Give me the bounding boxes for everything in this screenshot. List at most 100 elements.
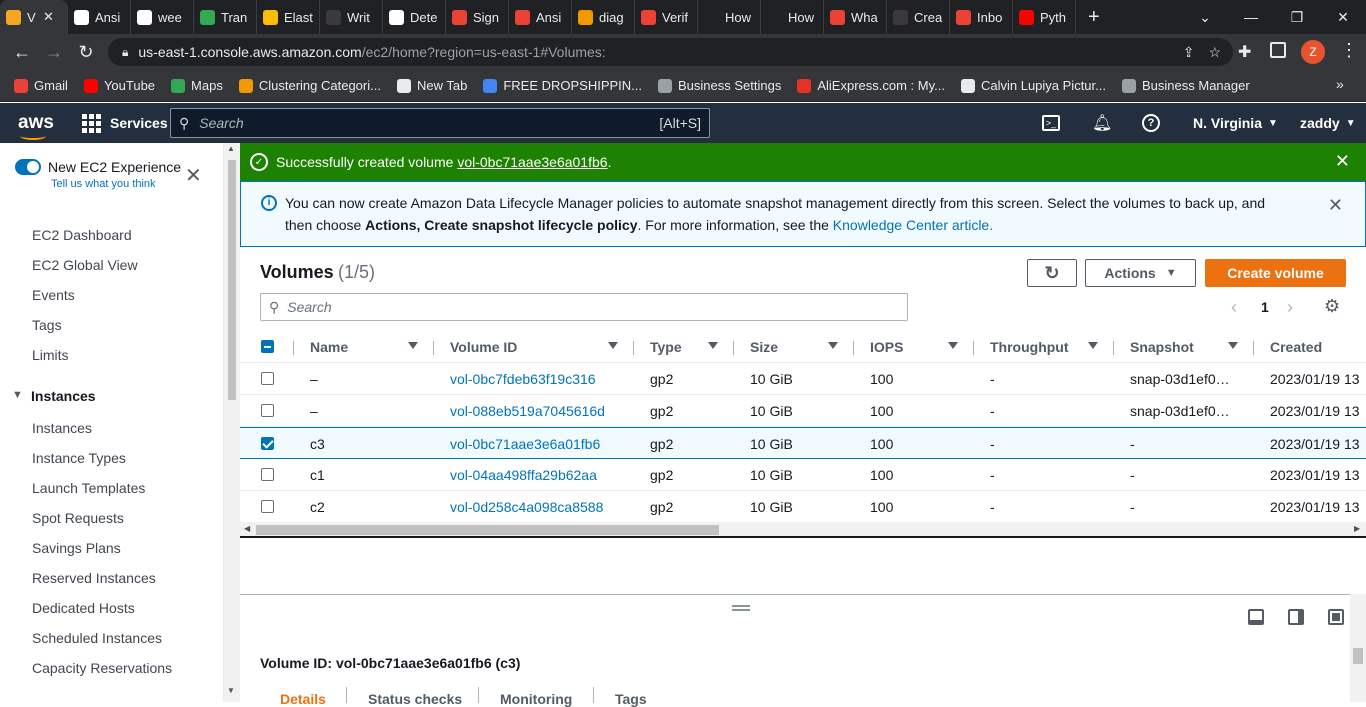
more-bookmarks-icon[interactable]: » xyxy=(1336,76,1344,92)
browser-tab[interactable]: Elast xyxy=(257,0,320,34)
resize-handle-icon[interactable] xyxy=(732,605,750,611)
cell-id[interactable]: vol-0d258c4a098ca8588 xyxy=(450,499,603,515)
column-resizer[interactable] xyxy=(293,341,294,355)
table-row[interactable]: c1 vol-04aa498ffa29b62aa gp2 10 GiB 100 - - 202… xyxy=(240,459,1366,491)
browser-tab[interactable]: Sign xyxy=(446,0,509,34)
row-checkbox[interactable] xyxy=(261,404,274,417)
browser-tab[interactable]: Inbo xyxy=(950,0,1013,34)
select-all-checkbox[interactable] xyxy=(261,340,274,353)
column-resizer[interactable] xyxy=(633,341,634,355)
window-close-icon[interactable]: ✕ xyxy=(1320,0,1366,34)
cell-id[interactable]: vol-088eb519a7045616d xyxy=(450,403,605,419)
actions-button[interactable]: Actions ▼ xyxy=(1085,259,1196,287)
tab-tags[interactable]: Tags xyxy=(615,691,647,707)
scroll-right-icon[interactable]: ▶ xyxy=(1354,524,1360,533)
new-experience-toggle[interactable] xyxy=(15,159,41,175)
bookmark-item[interactable]: AliExpress.com : My... xyxy=(797,78,945,93)
column-header[interactable]: Name xyxy=(310,339,348,355)
knowledge-center-link[interactable]: Knowledge Center article. xyxy=(833,217,993,233)
column-header[interactable]: Size xyxy=(750,339,778,355)
tab-search-icon[interactable]: ⌄ xyxy=(1182,0,1228,34)
browser-tab[interactable]: Crea xyxy=(887,0,950,34)
browser-tab[interactable]: Ansi xyxy=(68,0,131,34)
sidebar-item[interactable]: Tags xyxy=(32,317,62,333)
bookmark-item[interactable]: Business Manager xyxy=(1122,78,1250,93)
extensions-icon[interactable]: ✚ xyxy=(1238,42,1251,62)
column-header[interactable]: Type xyxy=(650,339,682,355)
bookmark-item[interactable]: YouTube xyxy=(83,78,155,93)
tab-close-icon[interactable]: ✕ xyxy=(43,9,54,25)
account-menu[interactable]: zaddy ▼ xyxy=(1300,103,1356,143)
reload-icon[interactable]: ↻ xyxy=(70,42,102,63)
sidebar-item[interactable]: Dedicated Hosts xyxy=(32,600,135,616)
bookmark-item[interactable]: Calvin Lupiya Pictur... xyxy=(960,78,1106,93)
sidebar-item[interactable]: Capacity Reservations xyxy=(32,660,172,676)
column-header[interactable]: Created xyxy=(1270,339,1322,355)
column-header[interactable]: Throughput xyxy=(990,339,1069,355)
browser-tab[interactable]: Tran xyxy=(194,0,257,34)
sidebar-item[interactable]: Limits xyxy=(32,347,69,363)
share-icon[interactable]: ⇪ xyxy=(1183,44,1195,61)
column-resizer[interactable] xyxy=(1253,341,1254,355)
refresh-button[interactable]: ↻ xyxy=(1027,259,1077,287)
scroll-down-icon[interactable]: ▼ xyxy=(227,686,235,695)
sidebar-item[interactable]: Reserved Instances xyxy=(32,570,156,586)
aws-logo[interactable]: aws xyxy=(18,112,68,140)
table-hscrollbar[interactable]: ◀ ▶ xyxy=(240,522,1366,538)
help-icon[interactable]: ? xyxy=(1142,103,1160,143)
table-row[interactable]: – vol-0bc7fdeb63f19c316 gp2 10 GiB 100 - snap-… xyxy=(240,363,1366,395)
details-scrollbar[interactable] xyxy=(1350,594,1366,702)
column-resizer[interactable] xyxy=(1113,341,1114,355)
table-row[interactable]: c3 vol-0bc71aae3e6a01fb6 gp2 10 GiB 100 - - 202… xyxy=(240,427,1366,459)
bookmark-item[interactable]: FREE DROPSHIPPIN... xyxy=(483,78,642,93)
sidebar-item[interactable]: Spot Requests xyxy=(32,510,124,526)
dismiss-icon[interactable]: ✕ xyxy=(1335,151,1350,172)
browser-tab[interactable]: How xyxy=(698,0,761,34)
browser-tab[interactable]: How xyxy=(761,0,824,34)
filter-caret-icon[interactable] xyxy=(1088,342,1098,349)
filter-caret-icon[interactable] xyxy=(608,342,618,349)
dismiss-icon[interactable]: ✕ xyxy=(1328,194,1343,216)
browser-tab[interactable]: Ansi xyxy=(509,0,572,34)
caret-down-icon[interactable]: ▼ xyxy=(12,389,23,401)
panel-bottom-icon[interactable] xyxy=(1248,609,1264,625)
row-checkbox[interactable] xyxy=(261,372,274,385)
cell-id[interactable]: vol-0bc7fdeb63f19c316 xyxy=(450,371,596,387)
row-checkbox[interactable] xyxy=(261,500,274,513)
row-checkbox[interactable] xyxy=(261,437,274,450)
volumes-search-input[interactable]: ⚲ Search xyxy=(260,293,908,321)
row-checkbox[interactable] xyxy=(261,468,274,481)
tab-status-checks[interactable]: Status checks xyxy=(368,691,462,707)
feedback-link[interactable]: Tell us what you think xyxy=(51,178,156,190)
bookmark-star-icon[interactable]: ☆ xyxy=(1208,44,1221,61)
browser-tab[interactable]: wee xyxy=(131,0,194,34)
sidebar-item[interactable]: Savings Plans xyxy=(32,540,121,556)
hscroll-thumb[interactable] xyxy=(256,525,719,535)
sidebar-item[interactable]: Instance Types xyxy=(32,450,126,466)
column-resizer[interactable] xyxy=(733,341,734,355)
scroll-left-icon[interactable]: ◀ xyxy=(244,524,250,533)
bookmark-item[interactable]: Business Settings xyxy=(658,78,781,93)
browser-tab[interactable]: Pyth xyxy=(1013,0,1076,34)
prev-page-icon[interactable]: ‹ xyxy=(1231,297,1237,318)
bookmark-item[interactable]: Gmail xyxy=(14,78,68,93)
browser-tab[interactable]: diag xyxy=(572,0,635,34)
filter-caret-icon[interactable] xyxy=(828,342,838,349)
next-page-icon[interactable]: › xyxy=(1287,297,1293,318)
filter-caret-icon[interactable] xyxy=(1228,342,1238,349)
cloudshell-icon[interactable]: >_ xyxy=(1042,103,1060,143)
bookmark-item[interactable]: Maps xyxy=(171,78,223,93)
filter-caret-icon[interactable] xyxy=(708,342,718,349)
bookmark-item[interactable]: Clustering Categori... xyxy=(238,78,381,93)
filter-caret-icon[interactable] xyxy=(408,342,418,349)
column-resizer[interactable] xyxy=(433,341,434,355)
settings-gear-icon[interactable]: ⚙ xyxy=(1324,296,1340,317)
restore-icon[interactable]: ❐ xyxy=(1274,0,1320,34)
table-row[interactable]: – vol-088eb519a7045616d gp2 10 GiB 100 - snap-… xyxy=(240,395,1366,427)
sidebar-scroll-thumb[interactable] xyxy=(228,160,236,400)
sidebar-item[interactable]: EC2 Global View xyxy=(32,257,138,273)
aws-search-input[interactable]: ⚲ Search [Alt+S] xyxy=(170,108,710,138)
cell-id[interactable]: vol-04aa498ffa29b62aa xyxy=(450,467,597,483)
scroll-up-icon[interactable]: ▲ xyxy=(227,144,235,153)
profile-avatar[interactable]: Z xyxy=(1301,40,1325,64)
